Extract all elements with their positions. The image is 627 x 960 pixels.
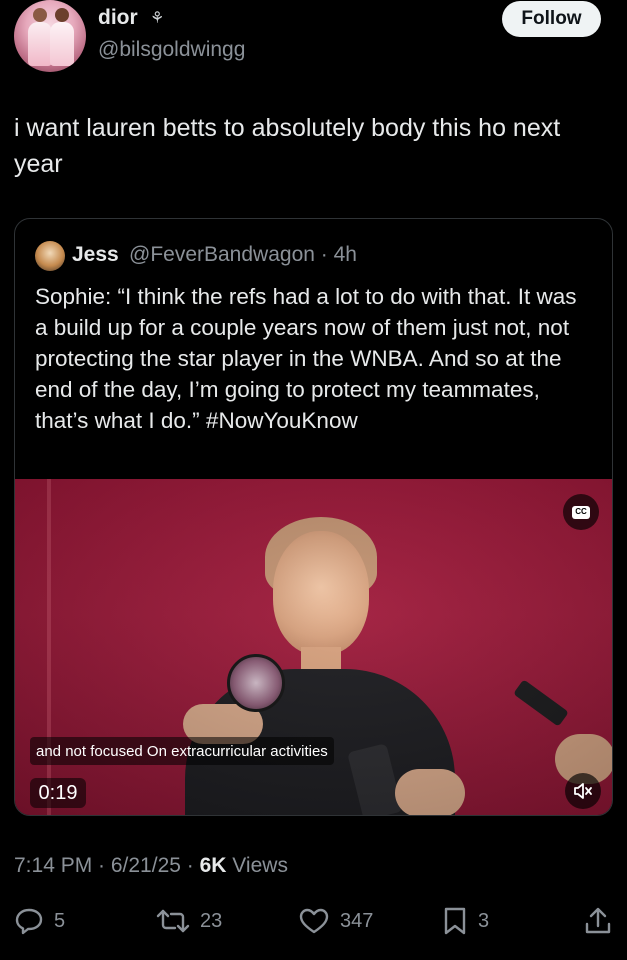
post-time-date: 7:14 PM · 6/21/25 · — [14, 854, 200, 877]
quoted-author-name: Jess — [72, 243, 119, 266]
reply-button[interactable]: 5 — [14, 898, 65, 944]
reply-icon — [15, 908, 43, 935]
avatar-head — [55, 8, 69, 22]
author-display-name[interactable]: dior — [98, 6, 138, 30]
video-shade — [15, 479, 612, 815]
closed-captions-button[interactable]: CC — [563, 494, 599, 530]
share-button[interactable] — [584, 898, 612, 944]
video-player[interactable]: CC and not focused On extracurricular ac… — [15, 479, 612, 815]
views-label: Views — [226, 854, 288, 877]
share-icon — [585, 907, 611, 934]
like-button[interactable]: 347 — [298, 898, 373, 944]
bookmark-button[interactable]: 3 — [442, 898, 489, 944]
mute-button[interactable] — [565, 773, 601, 809]
author-avatar[interactable] — [14, 0, 86, 72]
bookmark-count: 3 — [478, 909, 490, 932]
action-bar: 5 23 347 3 — [0, 898, 627, 944]
flower-icon: ⚘ — [150, 10, 165, 27]
reply-count: 5 — [54, 909, 66, 932]
quoted-author-meta: @FeverBandwagon · 4h — [129, 243, 357, 266]
follow-button[interactable]: Follow — [502, 1, 601, 37]
post-header: dior ⚘ @bilsgoldwingg Follow — [0, 0, 627, 80]
bookmark-icon — [444, 907, 466, 935]
heart-icon — [299, 908, 329, 934]
tweet-text: i want lauren betts to absolutely body t… — [14, 114, 561, 178]
repost-button[interactable]: 23 — [156, 898, 222, 944]
avatar-head — [33, 8, 47, 22]
post-timestamp-views: 7:14 PM · 6/21/25 · 6K Views — [14, 854, 288, 878]
speaker-muted-icon — [574, 783, 592, 799]
quoted-author-avatar — [35, 241, 65, 271]
repost-icon — [156, 909, 190, 933]
video-timestamp: 0:19 — [30, 778, 86, 808]
closed-captions-icon: CC — [572, 505, 590, 519]
quoted-post-text: Sophie: “I think the refs had a lot to d… — [35, 284, 577, 433]
video-caption: and not focused On extracurricular activ… — [30, 737, 334, 765]
like-count: 347 — [340, 909, 374, 932]
views-count: 6K — [199, 854, 227, 877]
repost-count: 23 — [200, 909, 223, 932]
author-handle[interactable]: @bilsgoldwingg — [98, 38, 245, 62]
avatar-figure — [50, 22, 74, 66]
quoted-post-card[interactable]: Jess @FeverBandwagon · 4h Sophie: “I thi… — [14, 218, 613, 816]
avatar-figure — [28, 22, 52, 66]
